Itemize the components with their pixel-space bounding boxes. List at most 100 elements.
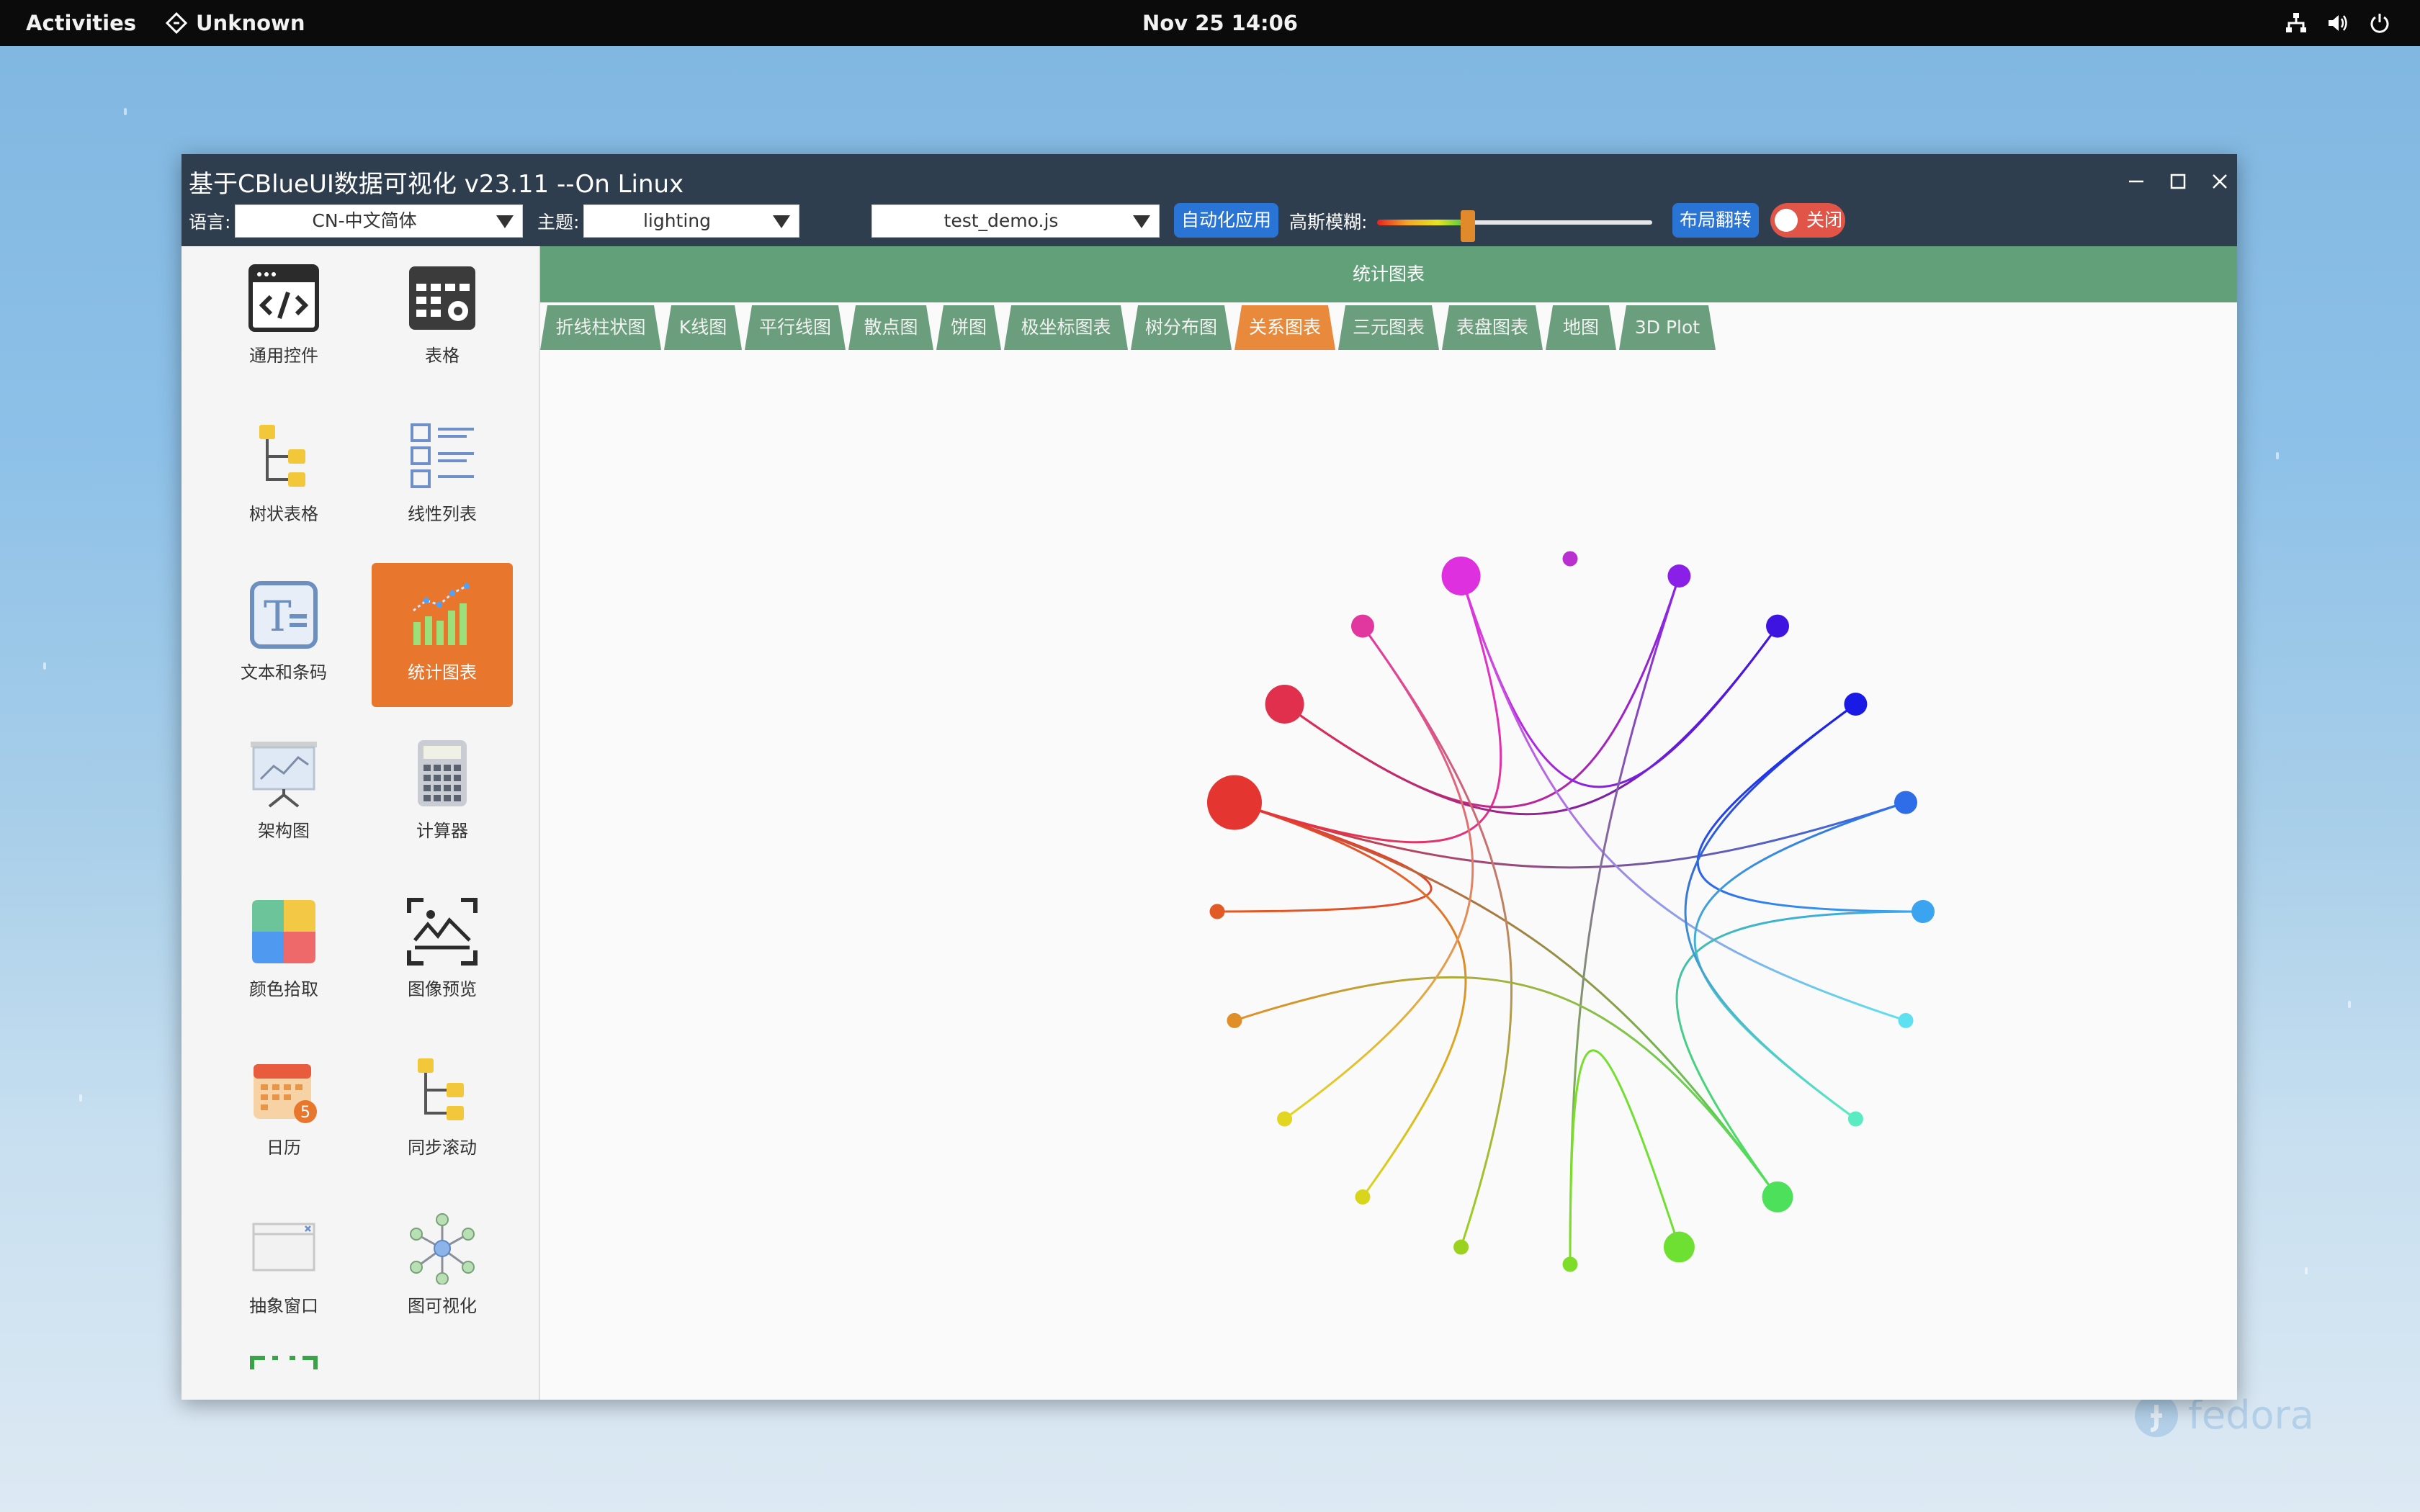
auto-apply-button[interactable]: 自动化应用 [1174, 203, 1279, 238]
svg-text:T: T [264, 592, 292, 641]
maximize-icon[interactable] [2164, 167, 2192, 196]
clock[interactable]: Nov 25 14:06 [1142, 0, 1298, 46]
tab-map[interactable]: 地图 [1546, 305, 1616, 350]
system-top-bar: Activities Unknown Nov 25 14:06 [0, 0, 2420, 46]
chart-node[interactable] [1277, 1111, 1293, 1127]
tab-candlestick[interactable]: K线图 [664, 305, 742, 350]
section-title: 统计图表 [540, 246, 2237, 302]
tab-line-bar[interactable]: 折线柱状图 [540, 305, 661, 350]
bar-chart-icon [413, 583, 470, 645]
sidebar-item-statistics-chart[interactable]: 统计图表 [372, 563, 513, 707]
chart-node[interactable] [1844, 692, 1868, 716]
chart-node[interactable] [1898, 1012, 1914, 1028]
chart-node[interactable] [1912, 900, 1935, 923]
blur-slider[interactable] [1377, 210, 1652, 242]
tab-scatter[interactable]: 散点图 [848, 305, 933, 350]
abstract-window-icon [252, 1223, 315, 1272]
tab-parallel[interactable]: 平行线图 [745, 305, 846, 350]
chart-node[interactable] [1265, 684, 1304, 724]
sidebar-item-partial-icon[interactable] [249, 1355, 318, 1398]
network-icon[interactable] [2285, 12, 2308, 35]
tab-ternary[interactable]: 三元图表 [1338, 305, 1439, 350]
sidebar-item-color-picker[interactable]: 颜色拾取 [213, 880, 354, 1024]
sidebar-item-label: 同步滚动 [408, 1138, 477, 1158]
toggle-knob [1775, 209, 1798, 232]
close-toggle[interactable]: 关闭 [1770, 203, 1845, 238]
chart-node[interactable] [1209, 904, 1225, 919]
chart-node[interactable] [1766, 614, 1790, 638]
language-select[interactable]: CN-中文简体 [235, 204, 523, 238]
sidebar-item-sync-scroll[interactable]: 同步滚动 [372, 1038, 513, 1182]
sidebar-item-label: 日历 [266, 1138, 301, 1158]
window-title: 基于CBlueUI数据可视化 v23.11 --On Linux [189, 170, 684, 199]
tab-3d-plot[interactable]: 3D Plot [1619, 305, 1716, 350]
sidebar-item-abstract-window[interactable]: 抽象窗口 [213, 1197, 354, 1341]
sidebar-item-common-controls[interactable]: 通用控件 [213, 246, 354, 390]
svg-text:5: 5 [300, 1104, 310, 1122]
tab-gauge[interactable]: 表盘图表 [1442, 305, 1543, 350]
chart-node[interactable] [1762, 1181, 1793, 1212]
sidebar-item-linear-list[interactable]: 线性列表 [372, 405, 513, 549]
relation-chart[interactable] [540, 350, 2237, 1400]
language-select-value: CN-中文简体 [312, 210, 417, 231]
sidebar-item-label: 线性列表 [408, 504, 477, 524]
chart-node[interactable] [1847, 1111, 1863, 1127]
chart-node[interactable] [1562, 551, 1578, 567]
calendar-icon: 5 [254, 1064, 317, 1123]
sidebar: 通用控件 表格 树状表格 线性列表 T 文本和条码 统计图表 架构图 计算器 颜… [182, 246, 540, 1400]
sidebar-item-image-preview[interactable]: 图像预览 [372, 880, 513, 1024]
text-icon: T [250, 581, 318, 649]
power-icon[interactable] [2368, 12, 2391, 35]
volume-icon[interactable] [2326, 12, 2349, 35]
sidebar-item-text-barcode[interactable]: T 文本和条码 [213, 563, 354, 707]
tab-relation-chart[interactable]: 关系图表 [1234, 305, 1335, 350]
app-menu[interactable]: Unknown [166, 0, 305, 46]
sidebar-item-label: 架构图 [258, 821, 310, 841]
theme-select-value: lighting [642, 210, 712, 231]
tab-polar[interactable]: 极坐标图表 [1004, 305, 1128, 350]
main-content: 统计图表 折线柱状图 K线图 平行线图 散点图 饼图 极坐标图表 树分布图 关系… [540, 246, 2237, 1400]
theme-select[interactable]: lighting [583, 204, 799, 238]
color-picker-icon [252, 900, 315, 963]
blur-label: 高斯模糊: [1289, 212, 1368, 233]
chart-node[interactable] [1206, 775, 1262, 830]
chart-link [1283, 625, 1474, 1120]
tab-pie[interactable]: 饼图 [936, 305, 1001, 350]
blur-slider-track [1468, 220, 1652, 225]
system-tray[interactable] [2285, 12, 2391, 35]
chart-node[interactable] [1562, 1256, 1578, 1272]
layout-flip-button[interactable]: 布局翻转 [1672, 203, 1760, 238]
chart-link [1283, 575, 1680, 809]
image-preview-icon [407, 898, 478, 966]
script-select[interactable]: test_demo.js [871, 204, 1160, 238]
chart-node[interactable] [1227, 1012, 1242, 1028]
minimize-icon[interactable] [2122, 167, 2151, 196]
sync-scroll-icon [418, 1058, 464, 1120]
close-icon[interactable] [2205, 167, 2234, 196]
graph-network-icon [410, 1213, 475, 1284]
sidebar-item-calculator[interactable]: 计算器 [372, 721, 513, 865]
sidebar-item-architecture[interactable]: 架构图 [213, 721, 354, 865]
sidebar-item-label: 计算器 [416, 821, 468, 841]
blur-slider-thumb[interactable] [1461, 210, 1476, 242]
sidebar-item-label: 通用控件 [249, 346, 318, 366]
window-titlebar[interactable]: 基于CBlueUI数据可视化 v23.11 --On Linux 语言: CN-… [182, 154, 2237, 246]
chart-node[interactable] [1667, 564, 1691, 588]
chart-node[interactable] [1894, 791, 1918, 814]
sidebar-item-graph-visualization[interactable]: 图可视化 [372, 1197, 513, 1341]
presentation-board-icon [251, 742, 317, 808]
activities-button[interactable]: Activities [26, 0, 136, 46]
tab-tree-distribution[interactable]: 树分布图 [1131, 305, 1232, 350]
chart-node[interactable] [1663, 1231, 1695, 1263]
sidebar-item-tree-table[interactable]: 树状表格 [213, 405, 354, 549]
sidebar-item-calendar[interactable]: 5 日历 [213, 1038, 354, 1182]
sidebar-item-label: 文本和条码 [241, 662, 327, 683]
sidebar-item-label: 图像预览 [408, 979, 477, 999]
app-window: 基于CBlueUI数据可视化 v23.11 --On Linux 语言: CN-… [182, 154, 2237, 1400]
chart-node[interactable] [1441, 556, 1481, 595]
chart-node[interactable] [1453, 1239, 1469, 1255]
sidebar-item-table[interactable]: 表格 [372, 246, 513, 390]
chart-node[interactable] [1350, 614, 1374, 638]
chart-node[interactable] [1355, 1189, 1371, 1205]
chart-link [1460, 575, 1779, 788]
